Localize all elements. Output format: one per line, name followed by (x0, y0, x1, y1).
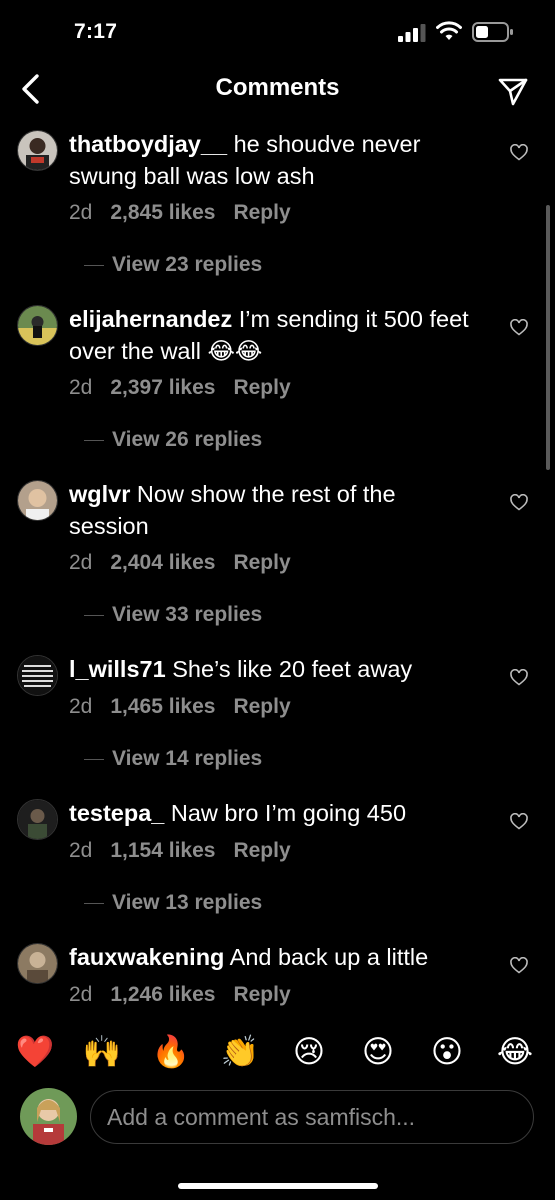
commenter-avatar[interactable] (17, 480, 58, 521)
replies-divider (84, 758, 104, 760)
raising-hands-emoji-button[interactable]: 🙌 (82, 1032, 122, 1072)
replies-divider (84, 264, 104, 266)
view-replies-label: View 26 replies (112, 428, 263, 451)
comment-meta: 2d 1,246 likes Reply (69, 983, 309, 1007)
comment-age: 2d (69, 983, 93, 1006)
replies-divider (84, 902, 104, 904)
comment-body: She’s like 20 feet away (172, 656, 413, 682)
comment-username[interactable]: l_wills71 (69, 656, 166, 682)
comment-likes[interactable]: 1,246 likes (110, 983, 215, 1006)
battery-icon (472, 22, 513, 42)
replies-divider (84, 439, 104, 441)
wifi-icon (436, 21, 462, 40)
clapping-hands-emoji-button[interactable]: 👏 (220, 1032, 260, 1072)
reply-button[interactable]: Reply (233, 695, 290, 718)
direct-message-icon[interactable] (496, 74, 530, 108)
comment-likes[interactable]: 2,845 likes (110, 201, 215, 224)
comment-likes[interactable]: 2,397 likes (110, 376, 215, 399)
comment-username[interactable]: elijahernandez (69, 306, 232, 332)
comment-age: 2d (69, 201, 93, 224)
header: Comments (0, 64, 555, 114)
like-heart-icon[interactable] (510, 813, 528, 830)
view-replies-button[interactable]: View 14 replies (84, 747, 262, 771)
crying-face-emoji-button[interactable]: 😢 (289, 1032, 329, 1072)
reply-button[interactable]: Reply (233, 983, 290, 1006)
heart-emoji-button[interactable]: ❤️ (15, 1032, 55, 1072)
comment-age: 2d (69, 695, 93, 718)
comment-input[interactable] (91, 1091, 533, 1143)
comment-meta: 2d 1,154 likes Reply (69, 839, 309, 863)
like-heart-icon[interactable] (510, 494, 528, 511)
view-replies-button[interactable]: View 33 replies (84, 603, 262, 627)
comment-text: testepa_ Naw bro I’m going 450 (69, 797, 469, 829)
like-heart-icon[interactable] (510, 957, 528, 974)
view-replies-label: View 33 replies (112, 603, 263, 626)
replies-divider (84, 614, 104, 616)
fire-emoji-button[interactable]: 🔥 (151, 1032, 191, 1072)
view-replies-button[interactable]: View 26 replies (84, 428, 262, 452)
comment-meta: 2d 2,845 likes Reply (69, 201, 309, 225)
commenter-avatar[interactable] (17, 305, 58, 346)
comment-username[interactable]: testepa_ (69, 800, 164, 826)
comment-age: 2d (69, 376, 93, 399)
commenter-avatar[interactable] (17, 130, 58, 171)
comment-input-container[interactable] (90, 1090, 534, 1144)
comment-body: Naw bro I’m going 450 (170, 800, 407, 826)
commenter-avatar[interactable] (17, 799, 58, 840)
home-indicator[interactable] (178, 1183, 378, 1189)
like-heart-icon[interactable] (510, 669, 528, 686)
comment-likes[interactable]: 1,154 likes (110, 839, 215, 862)
commenter-avatar[interactable] (17, 655, 58, 696)
my-avatar[interactable] (20, 1088, 77, 1145)
reply-button[interactable]: Reply (233, 201, 290, 224)
view-replies-label: View 13 replies (112, 891, 263, 914)
scrollbar[interactable] (546, 205, 550, 470)
comment-text: wglvr Now show the rest of the session (69, 478, 469, 542)
status-bar: 7:17 (0, 0, 555, 68)
comments-list[interactable]: thatboydjay__ he shoudve never swung bal… (0, 118, 555, 1010)
comment-meta: 2d 2,404 likes Reply (69, 551, 309, 575)
comment-text: elijahernandez I’m sending it 500 feet o… (69, 303, 469, 367)
comment-text: thatboydjay__ he shoudve never swung bal… (69, 128, 469, 192)
comment-likes[interactable]: 2,404 likes (110, 551, 215, 574)
comment-likes[interactable]: 1,465 likes (110, 695, 215, 718)
comment-text: l_wills71 She’s like 20 feet away (69, 653, 469, 685)
comment-username[interactable]: thatboydjay__ (69, 131, 227, 157)
comment-username[interactable]: wglvr (69, 481, 130, 507)
comment-text: fauxwakening And back up a little (69, 941, 469, 973)
reply-button[interactable]: Reply (233, 376, 290, 399)
view-replies-button[interactable]: View 23 replies (84, 253, 262, 277)
emoji-reaction-bar: ❤️ 🙌 🔥 👏 😢 😍 😮 😂 (0, 1018, 555, 1080)
comment-body: And back up a little (229, 944, 429, 970)
comment-meta: 2d 2,397 likes Reply (69, 376, 309, 400)
view-replies-label: View 14 replies (112, 747, 263, 770)
tears-of-joy-emoji-button[interactable]: 😂 (495, 1032, 535, 1072)
heart-eyes-emoji-button[interactable]: 😍 (358, 1032, 398, 1072)
reply-button[interactable]: Reply (233, 551, 290, 574)
cellular-signal-icon (398, 24, 426, 42)
commenter-avatar[interactable] (17, 943, 58, 984)
view-replies-button[interactable]: View 13 replies (84, 891, 262, 915)
like-heart-icon[interactable] (510, 144, 528, 161)
comment-age: 2d (69, 551, 93, 574)
comment-age: 2d (69, 839, 93, 862)
surprised-face-emoji-button[interactable]: 😮 (427, 1032, 467, 1072)
comment-meta: 2d 1,465 likes Reply (69, 695, 309, 719)
status-time: 7:17 (74, 20, 118, 43)
reply-button[interactable]: Reply (233, 839, 290, 862)
page-title: Comments (215, 74, 340, 101)
like-heart-icon[interactable] (510, 319, 528, 336)
comment-username[interactable]: fauxwakening (69, 944, 224, 970)
view-replies-label: View 23 replies (112, 253, 263, 276)
